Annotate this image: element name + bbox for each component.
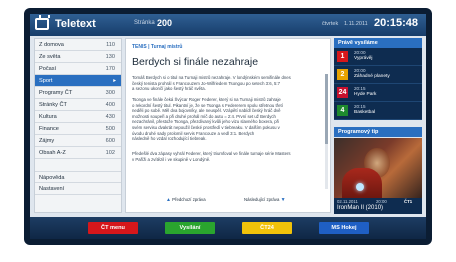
article-paragraph: Tsonga ve finále čeká Švýcar Roger Feder…: [132, 97, 322, 142]
menu-item-finance[interactable]: Finance 500: [35, 123, 121, 135]
menu-item-kultura[interactable]: Kultura 430: [35, 111, 121, 123]
menu-item-nastaveni[interactable]: Nastavení: [35, 183, 121, 195]
program-item[interactable]: 4 20:15 Basketbal: [334, 102, 422, 120]
menu-item-label: Finance: [39, 126, 59, 132]
article-line: a sezonu ukončí jako šestý hráč světa.: [132, 86, 206, 92]
color-button-bar: ČT menu Vysílání ČT24 MS Hokej: [30, 217, 426, 239]
sidebar-menu: Z domova 110 Ze světa 130 Počasí 170 Spo…: [34, 38, 122, 213]
scrollbar-thumb[interactable]: [325, 74, 328, 144]
tip-heading: Programový tip: [334, 127, 422, 137]
menu-item-label: Nápověda: [39, 175, 65, 181]
previous-article-button[interactable]: ▲ Předchozí zpráva: [166, 197, 206, 208]
now-on-title: Právě vysíláme: [338, 40, 378, 46]
menu-item-stranky-ct[interactable]: Stránky ČT 400: [35, 99, 121, 111]
program-time: 20:15: [354, 86, 366, 91]
article-paragraph: Předešlé dva zápasy vyhrál Federer, kter…: [132, 151, 322, 162]
menu-item-label: Ze světa: [39, 54, 61, 60]
right-column: Právě vysíláme 1 20:00 Vyprávěj 2 20:00 …: [334, 38, 422, 214]
article-headline: Berdych si finále nezahraje: [132, 56, 259, 68]
menu-item-number: 102: [105, 150, 115, 156]
menu-item-label: Nastavení: [39, 186, 65, 192]
channel-logo-icon: 24: [337, 87, 348, 98]
tip-time: 20:00: [376, 199, 387, 204]
chevron-right-icon: ▸: [113, 78, 116, 84]
clock: 20:15:48: [374, 17, 419, 29]
date-label: 1.11.2011: [344, 21, 368, 27]
menu-item-number: 430: [105, 114, 115, 120]
menu-item-programy-ct[interactable]: Programy ČT 300: [35, 87, 121, 99]
menu-item-label: Zájmy: [39, 138, 55, 144]
program-title: Záhadné planety: [354, 74, 390, 79]
menu-item-number: 110: [106, 42, 115, 48]
teletext-screen: Teletext Stránka 200 čtvrtek 1.11.2011 2…: [30, 14, 426, 239]
previous-article-label: Předchozí zpráva: [172, 197, 206, 202]
channel-logo-icon: 4: [337, 105, 348, 116]
program-title: Basketbal: [354, 110, 376, 115]
menu-item-label: Sport: [39, 78, 53, 84]
menu-item-label: Počasí: [39, 66, 57, 72]
article-pager: ▲ Předchozí zpráva Následující zpráva ▼: [126, 195, 330, 211]
day-label: čtvrtek: [322, 21, 339, 27]
yellow-button-ct24[interactable]: ČT24: [242, 222, 292, 234]
article-line: v Paříži a zvítězil i ve skupině v Londý…: [132, 156, 211, 162]
menu-item-zajmy[interactable]: Zájmy 600: [35, 135, 121, 147]
app-title: Teletext: [55, 18, 96, 30]
green-button-vysilani[interactable]: Vysílání: [165, 222, 215, 234]
program-item[interactable]: 1 20:00 Vyprávěj: [334, 48, 422, 66]
menu-item-number: 170: [105, 66, 115, 72]
menu-item-number: 500: [105, 126, 115, 132]
menu-item-number: 130: [105, 54, 115, 60]
next-article-label: Následující zpráva: [244, 197, 280, 202]
menu-item-number: 400: [105, 102, 115, 108]
program-title: Vyprávěj: [354, 56, 373, 61]
tip-image-arc-reactor: [356, 183, 364, 191]
breadcrumb: TENIS | Turnaj mistrů: [132, 44, 183, 50]
menu-item-sport[interactable]: Sport ▸: [35, 75, 121, 87]
page-number-input[interactable]: 200: [157, 18, 172, 28]
menu-item-label: Z domova: [39, 42, 64, 48]
article-line: následně ho vzdal rozhodující tiebreak.: [132, 136, 207, 142]
menu-item-label: Obsah A-Z: [39, 150, 66, 156]
tip-date: 02.11.2011: [337, 199, 358, 204]
program-time: 20:00: [354, 68, 366, 73]
menu-item-label: Kultura: [39, 114, 57, 120]
channel-logo-icon: 1: [337, 51, 348, 62]
program-title: Hyde Park: [354, 92, 377, 97]
tv-logo-icon: [35, 18, 49, 30]
program-item[interactable]: 2 20:00 Záhadné planety: [334, 66, 422, 84]
menu-item-number: 600: [105, 138, 115, 144]
menu-item-obsah-a-z[interactable]: Obsah A-Z 102: [35, 147, 121, 159]
tip-info: 02.11.2011 20:00 ČT1 IronMan II (2010): [334, 198, 422, 214]
tip-program-title: IronMan II (2010): [337, 205, 384, 211]
menu-item-pocasi[interactable]: Počasí 170: [35, 63, 121, 75]
blue-button-ms-hokej[interactable]: MS Hokej: [319, 222, 369, 234]
menu-item-label: Stránky ČT: [39, 102, 67, 108]
program-item[interactable]: 24 20:15 Hyde Park: [334, 84, 422, 102]
article-panel: TENIS | Turnaj mistrů Berdych si finále …: [125, 38, 331, 213]
program-time: 20:15: [354, 104, 366, 109]
menu-item-napoveda[interactable]: Nápověda: [35, 171, 121, 183]
next-article-button[interactable]: Následující zpráva ▼: [244, 197, 286, 208]
article-paragraph: Tomáš Berdych si o titul na Turnaji mist…: [132, 75, 322, 92]
tip-channel: ČT1: [404, 199, 413, 204]
tv-frame: Teletext Stránka 200 čtvrtek 1.11.2011 2…: [24, 8, 432, 245]
arrow-up-icon: ▲: [166, 197, 171, 203]
menu-item-label: Programy ČT: [39, 90, 73, 96]
menu-item-z-domova[interactable]: Z domova 110: [35, 39, 121, 51]
arrow-down-icon: ▼: [280, 197, 286, 203]
menu-item-number: 300: [105, 90, 115, 96]
tip-title: Programový tip: [338, 129, 379, 135]
header-bar: Teletext Stránka 200 čtvrtek 1.11.2011 2…: [30, 14, 426, 36]
red-button-ct-menu[interactable]: ČT menu: [88, 222, 138, 234]
channel-logo-icon: 2: [337, 69, 348, 80]
program-time: 20:00: [354, 50, 366, 55]
tip-image[interactable]: [334, 138, 422, 203]
now-on-heading: Právě vysíláme: [334, 38, 422, 48]
page-label: Stránka: [134, 20, 155, 26]
menu-item-ze-sveta[interactable]: Ze světa 130: [35, 51, 121, 63]
